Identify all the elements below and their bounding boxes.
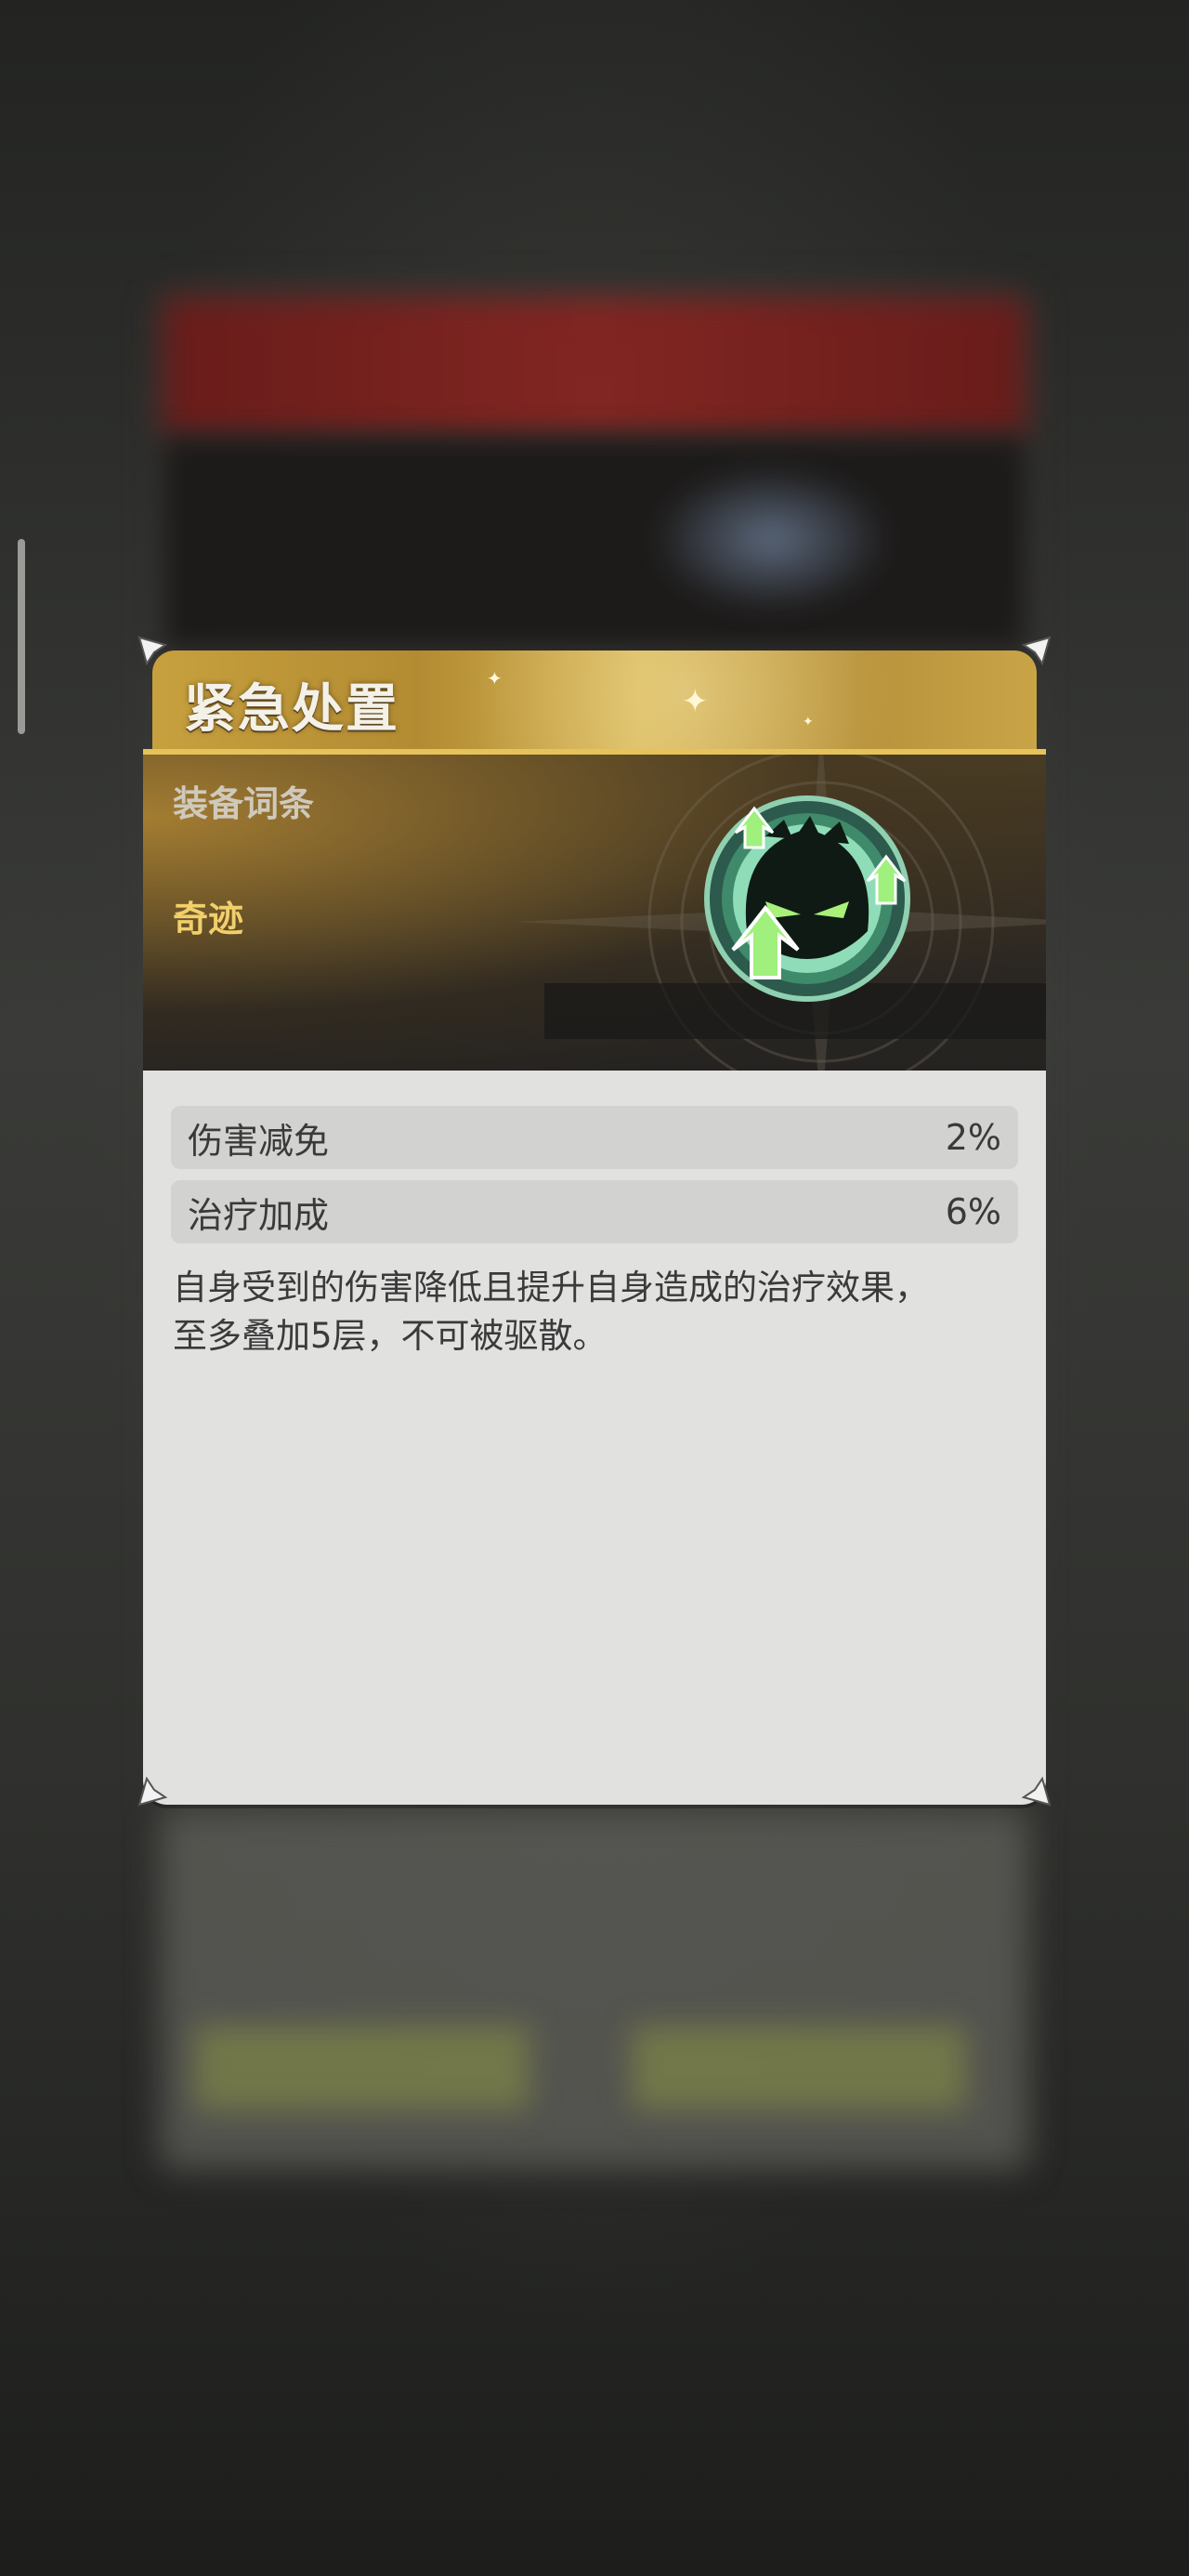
stat-name: 伤害减免	[188, 1120, 330, 1162]
scrollbar-thumb[interactable]	[18, 539, 25, 734]
corner-ornament-icon	[137, 636, 168, 666]
sparkle-icon: ✦	[803, 715, 814, 729]
background-item-image	[650, 465, 892, 613]
sparkle-icon: ✦	[487, 667, 503, 690]
stat-value: 2%	[945, 1117, 1001, 1158]
background-dark-area	[163, 437, 1026, 651]
category-label: 装备词条	[173, 783, 315, 824]
green-face-arrows-icon	[704, 795, 910, 1002]
sparkle-icon: ✦	[682, 683, 709, 720]
corner-ornament-icon	[1021, 636, 1052, 666]
description-line: 至多叠加5层，不可被驱散。	[173, 1316, 608, 1356]
background-red-banner	[163, 297, 1026, 437]
card-banner: 装备词条 奇迹	[143, 755, 1046, 1071]
background-button-right	[632, 2026, 966, 2109]
background-lower-panel	[163, 1812, 1026, 2165]
affix-detail-card: ✦ ✦ ✦ 紧急处置 装备词条 奇迹 伤害减免 2% 治疗加成 6% 自身受到的…	[137, 636, 1052, 1807]
corner-ornament-icon	[137, 1776, 168, 1807]
affix-description: 自身受到的伤害降低且提升自身造成的治疗效果， 至多叠加5层，不可被驱散。	[173, 1264, 1009, 1360]
card-body: 伤害减免 2% 治疗加成 6% 自身受到的伤害降低且提升自身造成的治疗效果， 至…	[143, 1071, 1046, 1805]
rarity-label: 奇迹	[173, 899, 244, 940]
description-line: 自身受到的伤害降低且提升自身造成的治疗效果，	[173, 1268, 929, 1308]
background-button-left	[195, 2026, 529, 2109]
stat-row-healing-bonus: 治疗加成 6%	[171, 1180, 1018, 1243]
stat-row-damage-reduction: 伤害减免 2%	[171, 1106, 1018, 1169]
corner-ornament-icon	[1021, 1776, 1052, 1807]
card-title: 紧急处置	[184, 679, 399, 740]
stat-name: 治疗加成	[188, 1194, 330, 1236]
stat-value: 6%	[945, 1191, 1001, 1232]
